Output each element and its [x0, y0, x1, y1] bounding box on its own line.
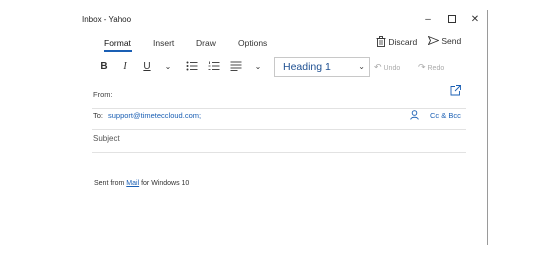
chevron-down-icon: ⌄ — [164, 62, 172, 71]
style-select-value: Heading 1 — [283, 61, 331, 73]
redo-button[interactable]: ↷ Redo — [418, 58, 444, 78]
send-label: Send — [441, 36, 462, 46]
to-recipient[interactable]: support@timeteccloud.com; — [108, 111, 201, 120]
discard-button[interactable]: Discard — [376, 36, 417, 47]
from-label: From: — [93, 90, 113, 99]
undo-button[interactable]: ↶ Undo — [374, 58, 400, 78]
signature-suffix: for Windows 10 — [139, 180, 190, 187]
bold-button[interactable]: B — [97, 58, 111, 76]
chevron-down-icon: ⌄ — [358, 62, 365, 71]
subject-placeholder: Subject — [93, 134, 120, 143]
ribbon-tabs: Format Insert Draw Options Discard Send — [78, 36, 487, 56]
send-icon — [428, 36, 439, 45]
tab-format[interactable]: Format — [104, 38, 131, 48]
from-field[interactable]: From: — [92, 90, 466, 109]
tab-options[interactable]: Options — [238, 38, 267, 48]
subject-field[interactable]: Subject — [92, 134, 466, 153]
to-field[interactable]: To: support@timeteccloud.com; Cc & Bcc — [92, 110, 466, 130]
to-label: To: — [93, 111, 104, 120]
undo-label: Undo — [383, 65, 401, 72]
paragraph-format-dropdown[interactable]: ⌄ — [252, 58, 264, 76]
discard-label: Discard — [388, 37, 418, 47]
signature-prefix: Sent from — [94, 180, 127, 187]
text-format-dropdown[interactable]: ⌄ — [162, 58, 174, 76]
undo-icon: ↶ — [374, 62, 382, 72]
bullet-list-button[interactable] — [185, 58, 199, 76]
trash-icon — [376, 36, 386, 47]
close-button[interactable]: ✕ — [464, 12, 486, 28]
tab-draw[interactable]: Draw — [196, 38, 216, 48]
align-button[interactable] — [229, 58, 243, 76]
tab-insert[interactable]: Insert — [153, 38, 174, 48]
signature: Sent from Mail for Windows 10 — [94, 180, 189, 187]
minimize-button[interactable]: – — [417, 12, 439, 28]
person-icon[interactable] — [410, 110, 419, 120]
window-title: Inbox - Yahoo — [82, 15, 132, 24]
numbered-list-icon — [208, 61, 220, 71]
bullet-list-icon — [186, 61, 198, 71]
maximize-button[interactable] — [441, 12, 463, 28]
style-select[interactable]: Heading 1 ⌄ — [274, 57, 370, 77]
format-toolbar: B I U ⌄ ⌄ Heading 1 ⌄ ↶ Undo ↷ Redo — [78, 57, 487, 78]
mail-link[interactable]: Mail — [126, 180, 139, 187]
title-bar: Inbox - Yahoo – ✕ — [78, 10, 487, 30]
active-tab-indicator — [104, 50, 132, 52]
redo-label: Redo — [427, 65, 445, 72]
align-left-icon — [230, 61, 242, 72]
italic-button[interactable]: I — [118, 58, 132, 76]
cc-bcc-button[interactable]: Cc & Bcc — [430, 111, 461, 120]
redo-icon: ↷ — [418, 62, 426, 72]
send-button[interactable]: Send — [428, 36, 461, 46]
mail-window: Inbox - Yahoo – ✕ Format Insert Draw Opt… — [78, 10, 488, 245]
underline-button[interactable]: U — [140, 58, 154, 76]
maximize-icon — [448, 15, 456, 24]
chevron-down-icon: ⌄ — [254, 62, 262, 71]
numbered-list-button[interactable] — [207, 58, 221, 76]
